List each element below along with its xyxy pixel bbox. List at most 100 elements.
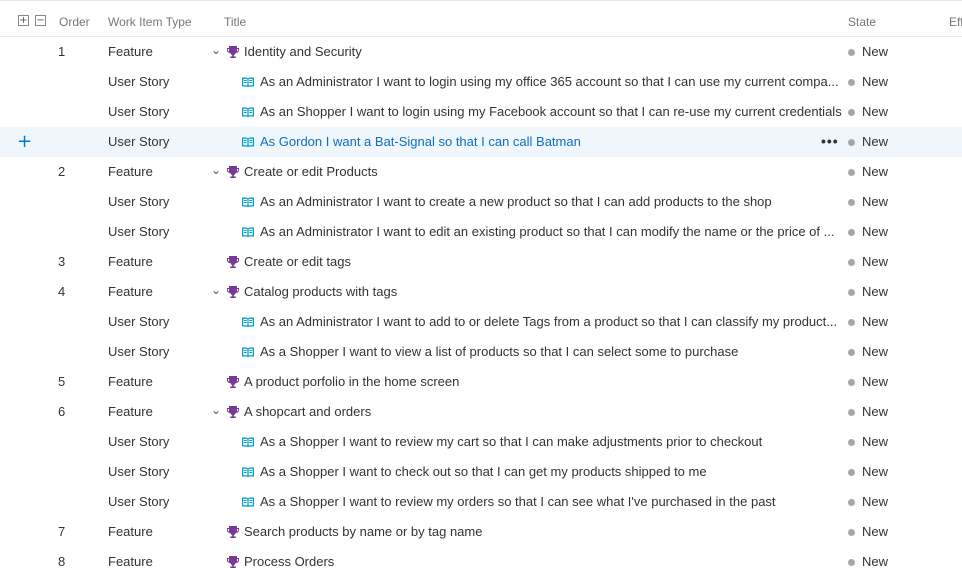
work-item-type-cell: User Story <box>108 224 170 239</box>
book-icon <box>241 315 255 329</box>
order-cell: 4 <box>58 284 66 299</box>
work-item-title-link[interactable]: As an Administrator I want to add to or … <box>260 307 842 337</box>
order-cell <box>58 217 88 247</box>
work-item-type-cell: User Story <box>108 74 170 89</box>
state-dot-icon <box>848 139 855 146</box>
trophy-icon <box>226 285 240 299</box>
work-item-type-cell: Feature <box>108 524 153 539</box>
table-row[interactable]: 8 Feature Process Orders New <box>0 547 962 577</box>
state-dot-icon <box>848 529 855 536</box>
state-dot-icon <box>848 349 855 356</box>
trophy-icon <box>226 405 240 419</box>
chevron-down-icon[interactable]: ⌄ <box>210 277 222 307</box>
work-item-title-link[interactable]: As Gordon I want a Bat-Signal so that I … <box>260 127 810 157</box>
table-row[interactable]: 1 Feature ⌄ Identity and Security New <box>0 37 962 67</box>
work-item-title-link[interactable]: As an Shopper I want to login using my F… <box>260 97 842 127</box>
chevron-down-icon[interactable]: ⌄ <box>210 37 222 67</box>
order-cell <box>58 127 88 157</box>
column-header-state[interactable]: State <box>848 15 876 29</box>
trophy-icon <box>226 525 240 539</box>
work-item-title-link[interactable]: Search products by name or by tag name <box>244 517 834 547</box>
order-cell: 2 <box>58 164 66 179</box>
state-cell: New <box>862 374 889 389</box>
collapse-all-button[interactable]: − <box>35 15 46 26</box>
work-item-title-link[interactable]: A product porfolio in the home screen <box>244 367 834 397</box>
work-item-title-link[interactable]: Process Orders <box>244 547 834 577</box>
column-header-effort[interactable]: Eff <box>949 15 962 29</box>
state-cell: New <box>862 404 889 419</box>
table-row[interactable]: User Story As an Administrator I want to … <box>0 187 962 217</box>
column-header-order[interactable]: Order <box>59 15 90 29</box>
column-header-work-item-type[interactable]: Work Item Type <box>108 15 192 29</box>
work-item-title-link[interactable]: As an Administrator I want to create a n… <box>260 187 842 217</box>
chevron-down-icon[interactable]: ⌄ <box>210 397 222 427</box>
order-cell: 1 <box>58 44 66 59</box>
work-item-type-cell: User Story <box>108 464 170 479</box>
chevron-down-icon[interactable]: ⌄ <box>210 157 222 187</box>
state-dot-icon <box>848 379 855 386</box>
work-item-title-link[interactable]: As a Shopper I want to check out so that… <box>260 457 842 487</box>
state-cell: New <box>862 74 889 89</box>
table-row[interactable]: + User Story As Gordon I want a Bat-Signal… <box>0 127 962 157</box>
work-item-title-link[interactable]: Create or edit Products <box>244 157 834 187</box>
backlog-rows: 1 Feature ⌄ Identity and Security New User St… <box>0 37 962 577</box>
work-item-title-link[interactable]: Identity and Security <box>244 37 834 67</box>
state-dot-icon <box>848 79 855 86</box>
trophy-icon <box>226 165 240 179</box>
work-item-type-cell: Feature <box>108 554 153 569</box>
state-dot-icon <box>848 319 855 326</box>
state-cell: New <box>862 434 889 449</box>
state-dot-icon <box>848 409 855 416</box>
book-icon <box>241 105 255 119</box>
state-cell: New <box>862 314 889 329</box>
column-header-title[interactable]: Title <box>224 15 246 29</box>
work-item-type-cell: User Story <box>108 434 170 449</box>
work-item-title-link[interactable]: A shopcart and orders <box>244 397 834 427</box>
work-item-title-link[interactable]: As an Administrator I want to login usin… <box>260 67 842 97</box>
order-cell: 7 <box>58 524 66 539</box>
table-row[interactable]: 2 Feature ⌄ Create or edit Products New <box>0 157 962 187</box>
table-row[interactable]: 6 Feature ⌄ A shopcart and orders New <box>0 397 962 427</box>
book-icon <box>241 495 255 509</box>
expand-all-button[interactable]: + <box>18 15 29 26</box>
work-item-title-link[interactable]: As an Administrator I want to edit an ex… <box>260 217 842 247</box>
work-item-title-link[interactable]: As a Shopper I want to view a list of pr… <box>260 337 842 367</box>
state-dot-icon <box>848 199 855 206</box>
state-cell: New <box>862 524 889 539</box>
order-cell <box>58 337 88 367</box>
table-row[interactable]: User Story As a Shopper I want to check o… <box>0 457 962 487</box>
more-actions-icon[interactable]: ••• <box>821 127 839 155</box>
work-item-type-cell: Feature <box>108 164 153 179</box>
state-dot-icon <box>848 229 855 236</box>
work-item-type-cell: User Story <box>108 104 170 119</box>
state-cell: New <box>862 194 889 209</box>
state-cell: New <box>862 224 889 239</box>
table-row[interactable]: User Story As a Shopper I want to review … <box>0 487 962 517</box>
trophy-icon <box>226 375 240 389</box>
table-row[interactable]: User Story As an Administrator I want to … <box>0 67 962 97</box>
table-row[interactable]: 7 Feature Search products by name or by ta… <box>0 517 962 547</box>
state-dot-icon <box>848 289 855 296</box>
table-row[interactable]: 4 Feature ⌄ Catalog products with tags New <box>0 277 962 307</box>
table-row[interactable]: User Story As an Administrator I want to … <box>0 307 962 337</box>
work-item-type-cell: Feature <box>108 44 153 59</box>
work-item-title-link[interactable]: Catalog products with tags <box>244 277 834 307</box>
book-icon <box>241 135 255 149</box>
table-row[interactable]: User Story As a Shopper I want to review … <box>0 427 962 457</box>
state-cell: New <box>862 464 889 479</box>
work-item-type-cell: User Story <box>108 194 170 209</box>
work-item-title-link[interactable]: As a Shopper I want to review my orders … <box>260 487 842 517</box>
state-cell: New <box>862 344 889 359</box>
table-row[interactable]: 3 Feature Create or edit tags New <box>0 247 962 277</box>
table-row[interactable]: User Story As an Shopper I want to login … <box>0 97 962 127</box>
work-item-type-cell: User Story <box>108 344 170 359</box>
table-row[interactable]: 5 Feature A product porfolio in the home s… <box>0 367 962 397</box>
table-row[interactable]: User Story As an Administrator I want to … <box>0 217 962 247</box>
work-item-title-link[interactable]: As a Shopper I want to review my cart so… <box>260 427 842 457</box>
work-item-title-link[interactable]: Create or edit tags <box>244 247 834 277</box>
add-child-icon[interactable]: + <box>17 127 32 157</box>
work-item-type-cell: User Story <box>108 134 170 149</box>
book-icon <box>241 225 255 239</box>
table-row[interactable]: User Story As a Shopper I want to view a … <box>0 337 962 367</box>
order-cell: 5 <box>58 374 66 389</box>
